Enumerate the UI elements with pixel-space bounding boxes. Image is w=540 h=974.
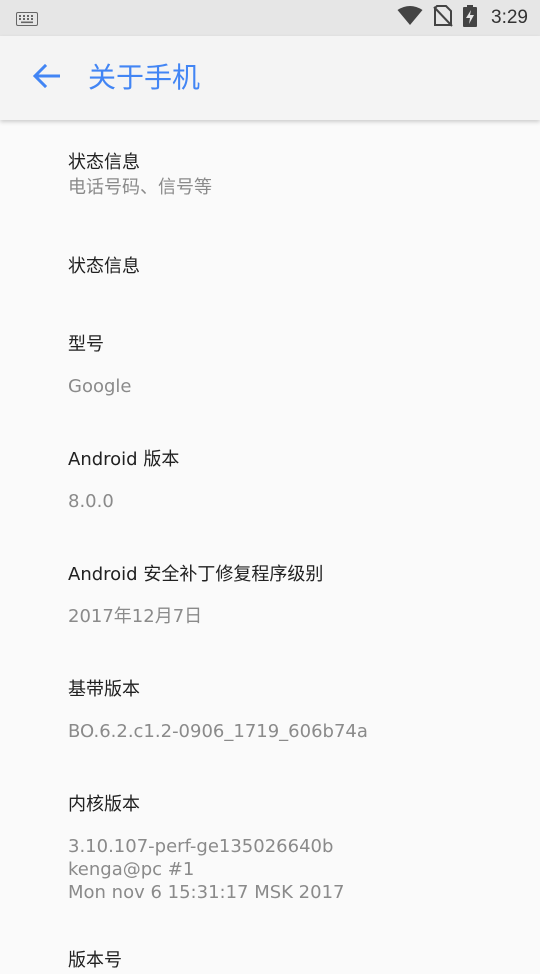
item-title: 版本号 [68,950,122,971]
item-title: Android 安全补丁修复程序级别 [68,564,324,585]
app-bar: 关于手机 [0,36,540,120]
list-item-model: 型号 Google [68,332,508,398]
list-item-security-patch: Android 安全补丁修复程序级别 2017年12月7日 [68,562,508,628]
list-item-build-number[interactable]: 版本号 [68,948,508,974]
list-item-baseband: 基带版本 BO.6.2.c1.2-0906_1719_606b74a [68,677,508,743]
no-sim-icon [433,5,453,31]
list-item-status-info-2[interactable]: 状态信息 [68,254,508,280]
item-subtitle: BO.6.2.c1.2-0906_1719_606b74a [68,721,368,742]
battery-charging-icon [463,5,478,31]
item-title: 状态信息 [68,152,140,173]
kernel-line: 3.10.107-perf-ge135026640b [68,836,334,857]
clock: 3:29 [491,7,528,28]
back-button[interactable] [26,60,66,96]
item-title: 基带版本 [68,679,140,700]
item-subtitle: 3.10.107-perf-ge135026640b kenga@pc #1 M… [68,835,508,904]
list-item-android-version[interactable]: Android 版本 8.0.0 [68,447,508,513]
page-title: 关于手机 [88,61,201,94]
keyboard-icon [16,11,38,30]
kernel-line: Mon nov 6 15:31:17 MSK 2017 [68,882,345,903]
item-subtitle: 2017年12月7日 [68,606,203,627]
list-item-status-info[interactable]: 状态信息 电话号码、信号等 [68,150,508,199]
item-subtitle: 8.0.0 [68,491,114,512]
item-title: 状态信息 [68,256,140,277]
list-item-kernel: 内核版本 3.10.107-perf-ge135026640b kenga@pc… [68,792,508,904]
item-subtitle: Google [68,376,132,397]
arrow-back-icon [32,63,61,92]
item-title: 内核版本 [68,794,140,815]
item-title: 型号 [68,334,104,355]
kernel-line: kenga@pc #1 [68,859,195,880]
wifi-icon [397,6,423,30]
item-subtitle: 电话号码、信号等 [68,177,212,198]
status-bar: 3:29 [0,0,540,36]
item-title: Android 版本 [68,449,180,470]
